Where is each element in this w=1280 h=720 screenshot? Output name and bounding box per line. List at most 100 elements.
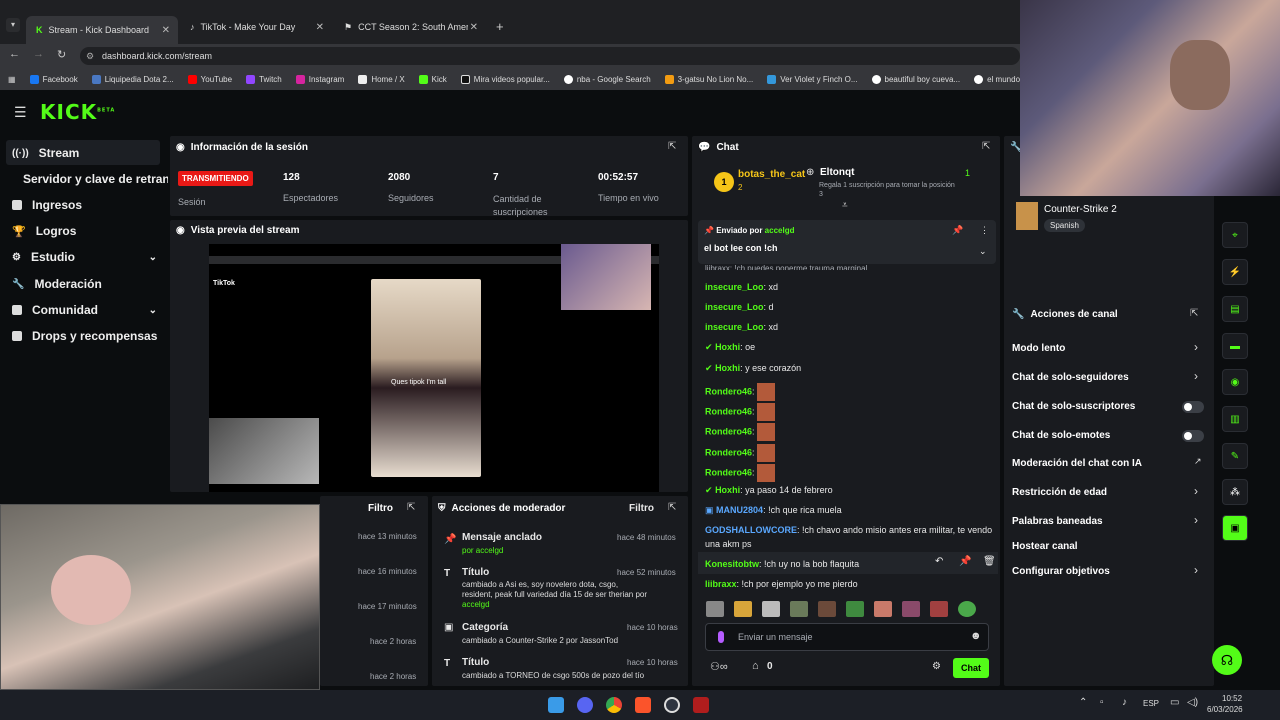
- forward-icon[interactable]: →: [33, 48, 44, 60]
- emote-icon[interactable]: [902, 601, 920, 617]
- volume-icon[interactable]: ◁): [1187, 697, 1198, 708]
- menu-icon[interactable]: ☰: [14, 104, 27, 121]
- chat-message[interactable]: Rondero46:: [705, 403, 776, 421]
- bookmark-x[interactable]: Home / X: [358, 74, 405, 84]
- action-host-channel[interactable]: Hostear canal: [1012, 541, 1078, 552]
- sidebar-item-drops[interactable]: Drops y recompensas: [12, 329, 157, 343]
- tray-chevron-up-icon[interactable]: ⌃: [1079, 697, 1087, 708]
- emote-icon[interactable]: [790, 601, 808, 617]
- microphone-icon[interactable]: ♪: [1122, 697, 1127, 708]
- bookmark-youtube[interactable]: YouTube: [187, 74, 232, 84]
- chat-message[interactable]: ✔ Hoxhi: ya paso 14 de febrero: [705, 485, 833, 496]
- chat-message[interactable]: ▣ MANU2804: !ch que rica muela: [705, 505, 842, 516]
- chrome-icon[interactable]: [606, 697, 622, 713]
- stream-preview-video[interactable]: TikTok Ques tipok I'm tall: [209, 244, 659, 492]
- bookmark-tiktok[interactable]: Mira videos popular...: [460, 74, 550, 84]
- sidebar-item-comunidad[interactable]: Comunidad ⌄: [12, 303, 157, 317]
- clock-time[interactable]: 10:52: [1222, 694, 1242, 703]
- support-headset-icon[interactable]: ☊: [1212, 645, 1242, 675]
- tray-app-icon[interactable]: ▫: [1100, 697, 1104, 708]
- chevron-down-icon[interactable]: ⌄: [979, 246, 987, 257]
- quick-action-layout-icon[interactable]: ▥: [1222, 406, 1248, 432]
- chat-message[interactable]: liibraxx: !ch por ejemplo yo me pierdo: [705, 579, 858, 589]
- popout-icon[interactable]: ⇱: [982, 141, 990, 152]
- tab-list-icon[interactable]: ▾: [6, 18, 20, 32]
- kick-logo[interactable]: KICKBETA: [40, 100, 115, 124]
- reload-icon[interactable]: ↻: [57, 48, 66, 61]
- pinned-message[interactable]: 📌 Enviado por accelgd el bot lee con !ch…: [698, 220, 996, 264]
- quick-action-wrench-icon[interactable]: ✎: [1222, 443, 1248, 469]
- quick-action-chat-icon[interactable]: ▬: [1222, 333, 1248, 359]
- emote-icon[interactable]: [734, 601, 752, 617]
- popout-icon[interactable]: ⇱: [668, 502, 676, 513]
- chevron-right-icon[interactable]: ›: [1194, 369, 1198, 383]
- action-age-restriction[interactable]: Restricción de edad: [1012, 487, 1107, 498]
- bookmark-liquipedia[interactable]: Liquipedia Dota 2...: [91, 74, 174, 84]
- discord-icon[interactable]: [577, 697, 593, 713]
- sidebar-item-estudio[interactable]: ⚙ Estudio ⌄: [12, 250, 157, 264]
- emote-icon[interactable]: [930, 601, 948, 617]
- chat-message[interactable]: ✔ Hoxhi: oe: [705, 342, 755, 353]
- emoji-icon[interactable]: ☻: [970, 630, 982, 642]
- action-set-goals[interactable]: Configurar objetivos: [1012, 566, 1110, 577]
- chat-input[interactable]: Enviar un mensaje ☻: [705, 623, 989, 651]
- feed-filter-button[interactable]: Filtro: [368, 503, 393, 514]
- chat-message[interactable]: insecure_Loo: d: [705, 302, 774, 312]
- chevron-right-icon[interactable]: ›: [1194, 340, 1198, 354]
- chevron-right-icon[interactable]: ›: [1194, 563, 1198, 577]
- action-subscribers-only[interactable]: Chat de solo-suscriptores: [1012, 401, 1135, 412]
- apps-icon[interactable]: ▦: [8, 75, 16, 84]
- clock-date[interactable]: 6/03/2026: [1207, 705, 1243, 714]
- top-gifter-name[interactable]: botas_the_cat: [738, 169, 805, 180]
- chat-message[interactable]: ✔ Hoxhi: y ese corazón: [705, 363, 801, 374]
- emote-icon[interactable]: [706, 601, 724, 617]
- quick-action-bolt-icon[interactable]: ⚡: [1222, 259, 1248, 285]
- send-chat-button[interactable]: Chat: [953, 658, 989, 678]
- emote-icon[interactable]: [958, 601, 976, 617]
- category-name[interactable]: Counter-Strike 2: [1044, 204, 1117, 215]
- quick-action-game-icon[interactable]: ▣: [1222, 515, 1248, 541]
- popout-icon[interactable]: ⇱: [668, 141, 676, 152]
- windows-start-icon[interactable]: [548, 697, 564, 713]
- chat-message[interactable]: insecure_Loo: xd: [705, 282, 778, 292]
- back-icon[interactable]: ←: [9, 48, 20, 60]
- sidebar-item-moderacion[interactable]: 🔧 Moderación: [12, 277, 102, 291]
- bookmark-beautiful[interactable]: beautiful boy cueva...: [871, 74, 960, 84]
- chevron-right-icon[interactable]: ›: [1194, 484, 1198, 498]
- emote-icon[interactable]: [818, 601, 836, 617]
- sidebar-item-stream-row[interactable]: ((·)) Stream: [12, 146, 79, 160]
- url-input[interactable]: ⚙ dashboard.kick.com/stream: [80, 47, 1020, 65]
- bookmark-google[interactable]: nba - Google Search: [563, 74, 651, 84]
- more-icon[interactable]: ⋮: [980, 225, 989, 236]
- chat-settings-icon[interactable]: ⚙: [932, 661, 941, 672]
- emotes-only-toggle[interactable]: [1182, 430, 1204, 442]
- chat-message[interactable]: Rondero46:: [705, 444, 776, 462]
- delete-icon[interactable]: 🗑: [983, 556, 996, 567]
- chat-message[interactable]: insecure_Loo: xd: [705, 322, 778, 332]
- language-indicator[interactable]: ESP: [1143, 699, 1159, 708]
- pin-message-icon[interactable]: 📌: [959, 556, 971, 567]
- site-info-icon[interactable]: ⚙: [86, 47, 94, 65]
- steam-icon[interactable]: [664, 697, 680, 713]
- close-icon[interactable]: ✕: [162, 25, 170, 36]
- tab-stream[interactable]: K Stream - Kick Dashboard ✕: [26, 16, 178, 44]
- gift-prompt[interactable]: Regala 1 suscripción para tomar la posic…: [819, 181, 959, 199]
- subscribers-only-toggle[interactable]: [1182, 401, 1204, 413]
- network-icon[interactable]: ▭: [1170, 697, 1179, 708]
- action-followers-only[interactable]: Chat de solo-seguidores: [1012, 372, 1129, 383]
- chat-message[interactable]: Rondero46:: [705, 423, 776, 441]
- bookmark-kick[interactable]: Kick: [418, 74, 447, 84]
- reply-icon[interactable]: ↶: [935, 556, 943, 567]
- sidebar-item-server-key[interactable]: Servidor y clave de retransm: [23, 172, 168, 186]
- action-ai-moderation[interactable]: Moderación del chat con IA: [1012, 458, 1142, 469]
- bookmark-twitch[interactable]: Twitch: [246, 74, 282, 84]
- new-tab-button[interactable]: +: [496, 19, 504, 34]
- mod-filter-button[interactable]: Filtro: [629, 503, 654, 514]
- external-link-icon[interactable]: ↗: [1194, 456, 1202, 467]
- brave-icon[interactable]: [635, 697, 651, 713]
- action-banned-words[interactable]: Palabras baneadas: [1012, 516, 1103, 527]
- chat-message[interactable]: Rondero46:: [705, 383, 776, 401]
- chevron-right-icon[interactable]: ›: [1194, 513, 1198, 527]
- popout-icon[interactable]: ⇱: [407, 502, 415, 513]
- bookmark-facebook[interactable]: Facebook: [29, 74, 78, 84]
